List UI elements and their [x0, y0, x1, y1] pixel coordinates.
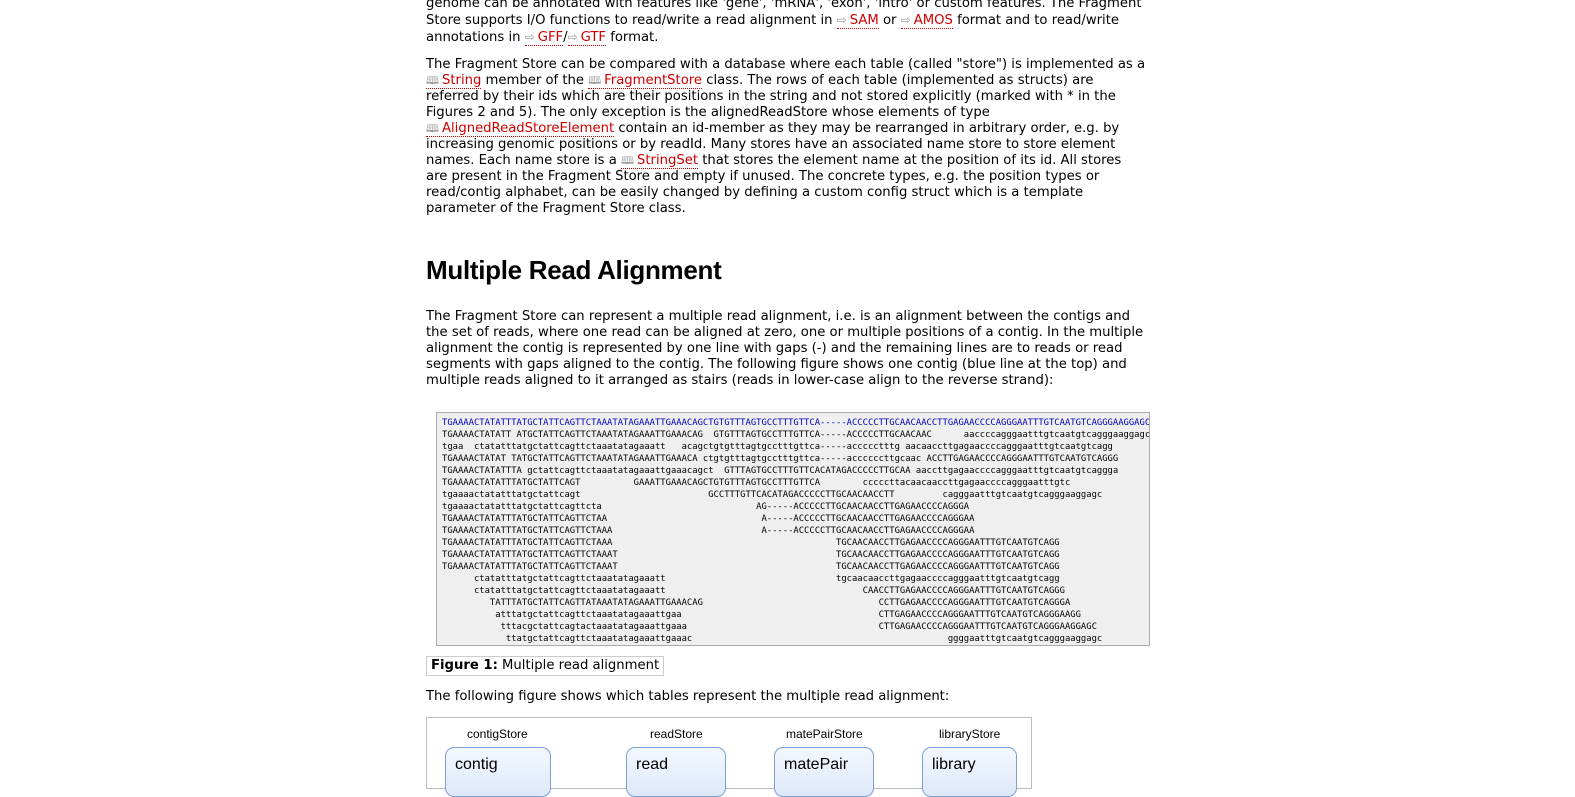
stringset-link[interactable]: StringSet — [621, 153, 699, 169]
read-line: ctatatttatgctattcagttctaaatatagaaatt tgc… — [442, 574, 1060, 584]
read-line: TGAAAACTATAT TATGCTATTCAGTTCTAAATATAGAAA… — [442, 454, 1119, 464]
read-line: TGAAAACTATATTTATGCTATTCAGTTCTAA A-----AC… — [442, 514, 975, 524]
gtf-link[interactable]: GTF — [567, 30, 607, 46]
figure-caption: Figure 1: Multiple read alignment — [426, 656, 665, 676]
matepair-table-box: matePair — [774, 747, 874, 797]
matepairstore-title: matePairStore — [786, 727, 863, 741]
alignment-paragraph: The Fragment Store can represent a multi… — [426, 309, 1144, 388]
read-line: tgaa ctatatttatgctattcagttctaaatatagaaat… — [442, 442, 1113, 452]
readstore-title: readStore — [650, 727, 703, 741]
store-diagram: contigStore contig readStore read matePa… — [426, 717, 1032, 797]
read-line: TATTTATGCTATTCAGTTATAAATATAGAAATTGAAACAG… — [442, 598, 1071, 608]
figure-label: Figure 1: — [431, 658, 498, 673]
read-table-box: read — [626, 747, 726, 797]
figure-caption-text: Multiple read alignment — [497, 658, 660, 673]
read-line: tttacgctattcagtactaaatatagaaattgaaa CTTG… — [442, 622, 1097, 632]
library-table-box: library — [922, 747, 1017, 797]
read-line: ttatgctattcagttctaaatatagaaattgaaac gggg… — [442, 634, 1103, 644]
section-heading: Multiple Read Alignment — [426, 255, 722, 285]
intro-paragraph-end: genome can be annotated with features li… — [426, 0, 1166, 46]
read-line: tgaaaactatatttatgctattcagt GCCTTTGTTCACA… — [442, 490, 1103, 500]
read-line: TGAAAACTATATTTATGCTATTCAGTTCTAAA A-----A… — [442, 526, 975, 536]
read-line: TGAAAACTATATT ATGCTATTCAGTTCTAAATATAGAAA… — [442, 430, 1150, 440]
figure-intro-paragraph: The following figure shows which tables … — [426, 689, 950, 704]
librarystore-title: libraryStore — [939, 727, 1001, 741]
gff-link[interactable]: GFF — [524, 30, 564, 46]
read-line: atttatgctattcagttctaaatatagaaattgaa CTTG… — [442, 610, 1081, 620]
read-line: TGAAAACTATATTTATGCTATTCAGTTCTAAA TGCAACA… — [442, 538, 1060, 548]
read-line: TGAAAACTATATTTATGCTATTCAGTTCTAAAT TGCAAC… — [442, 562, 1060, 572]
contig-line: TGAAAACTATATTTATGCTATTCAGTTCTAAATATAGAAA… — [442, 418, 1150, 428]
read-line: ctatatttatgctattcagttctaaatatagaaatt CAA… — [442, 586, 1065, 596]
fragment-store-paragraph: The Fragment Store can be compared with … — [426, 57, 1166, 217]
fragmentstore-link[interactable]: FragmentStore — [588, 73, 703, 89]
string-link[interactable]: String — [426, 73, 482, 89]
sam-link[interactable]: SAM — [836, 13, 879, 29]
alignment-code-block: TGAAAACTATATTTATGCTATTCAGTTCTAAATATAGAAA… — [436, 412, 1150, 646]
read-line: TGAAAACTATATTTA gctattcagttctaaatatagaaa… — [442, 466, 1119, 476]
alignedreadstoreelement-link[interactable]: AlignedReadStoreElement — [426, 121, 615, 137]
read-line: tgaaaactatatttatgctattcagttcta AG-----AC… — [442, 502, 970, 512]
read-line: TGAAAACTATATTTATGCTATTCAGT GAAATTGAAACAG… — [442, 478, 1071, 488]
contigstore-title: contigStore — [467, 727, 528, 741]
read-line: TGAAAACTATATTTATGCTATTCAGTTCTAAAT TGCAAC… — [442, 550, 1060, 560]
amos-link[interactable]: AMOS — [900, 13, 953, 29]
contig-table-box: contig — [445, 747, 551, 797]
